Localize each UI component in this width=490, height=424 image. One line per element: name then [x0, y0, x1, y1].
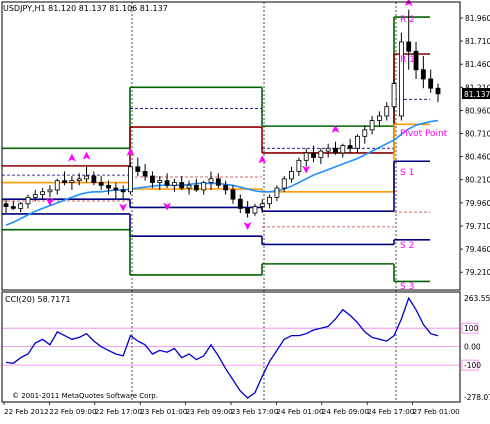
- candle-body: [428, 78, 434, 89]
- time-axis-label: 23 Feb 01:00: [140, 407, 188, 416]
- candle-body: [128, 166, 133, 193]
- candle-body: [32, 194, 38, 198]
- time-axis-label: 27 Feb 01:00: [413, 407, 461, 416]
- time-axis-label: 23 Feb 09:00: [186, 407, 234, 416]
- candle-body: [318, 150, 324, 158]
- candle-body: [120, 189, 126, 193]
- time-axis-label: 22 Feb 2012: [4, 407, 49, 416]
- candle-body: [3, 203, 9, 207]
- candle-body: [62, 180, 67, 183]
- pivot-label-s2: S 2: [400, 241, 414, 251]
- candle-body: [391, 83, 397, 108]
- candle-body: [18, 203, 24, 209]
- price-axis-label: 80.210: [465, 176, 490, 185]
- pivot-label-r1: R 1: [400, 55, 415, 65]
- price-axis-label: 79.210: [465, 268, 490, 277]
- candle-body: [208, 178, 214, 183]
- candle-body: [179, 182, 185, 189]
- candle[interactable]: [391, 78, 397, 112]
- candle[interactable]: [398, 32, 404, 121]
- cci-axis-label: 100: [464, 324, 479, 333]
- price-axis-label: 80.710: [465, 130, 490, 139]
- candle-body: [333, 147, 338, 154]
- candle-body: [245, 208, 251, 214]
- cci-title: CCI(20) 58.7171: [5, 295, 71, 304]
- candle-body: [157, 180, 163, 183]
- candle[interactable]: [128, 162, 133, 195]
- candle-body: [398, 41, 404, 117]
- candle-body: [355, 135, 360, 149]
- candle-body: [150, 175, 155, 183]
- pivot-label-s1: S 1: [400, 168, 414, 178]
- candle-body: [76, 178, 82, 182]
- current-price-label: 81.137: [464, 90, 490, 99]
- candle-body: [259, 203, 265, 207]
- price-axis-label: 79.710: [465, 222, 490, 231]
- candle-body: [69, 180, 75, 183]
- candle-body: [40, 191, 46, 195]
- candle-body: [186, 184, 192, 189]
- candle-body: [252, 206, 258, 214]
- cci-axis-label: 0.00: [464, 343, 481, 352]
- candle-body: [84, 175, 89, 180]
- cci-axis-label: -100: [464, 361, 481, 370]
- candle-body: [296, 159, 302, 172]
- candle-body: [420, 69, 426, 80]
- candle-body: [303, 152, 309, 161]
- time-axis-label: 24 Feb 09:00: [322, 407, 370, 416]
- candle-body: [274, 187, 280, 198]
- candle-body: [362, 129, 368, 137]
- candle-body: [25, 196, 31, 205]
- candle-body: [135, 166, 141, 172]
- price-axis-label: 81.710: [465, 37, 490, 46]
- price-axis-label: 81.460: [465, 60, 490, 69]
- candle-body: [91, 175, 97, 183]
- price-axis-label: 80.460: [465, 153, 490, 162]
- time-axis-label: 24 Feb 01:00: [276, 407, 324, 416]
- candle-body: [113, 187, 119, 191]
- candle-body: [201, 182, 207, 191]
- candle-body: [267, 196, 273, 205]
- candle-body: [106, 184, 111, 189]
- candle-body: [142, 171, 148, 177]
- candle-body: [54, 180, 60, 191]
- chart-window[interactable]: USDJPY,H1 81.120 81.137 81.106 81.137 CC…: [0, 0, 490, 420]
- time-axis-label: 24 Feb 17:00: [367, 407, 415, 416]
- candle-body: [406, 41, 412, 52]
- candle-body: [325, 147, 331, 152]
- candle-body: [384, 106, 390, 117]
- time-axis-label: 23 Feb 17:00: [231, 407, 279, 416]
- time-axis-label: 22 Feb 09:00: [49, 407, 97, 416]
- candle-body: [164, 180, 170, 186]
- price-axis-label: 81.960: [465, 14, 490, 23]
- copyright-text: © 2001-2011 MetaQuotes Software Corp.: [12, 392, 158, 400]
- cci-axis-label: -278.073: [464, 393, 490, 402]
- candle-body: [311, 152, 316, 158]
- candle-body: [237, 198, 243, 209]
- price-axis-label: 79.960: [465, 199, 490, 208]
- candle-body: [223, 184, 229, 191]
- chart-header: USDJPY,H1 81.120 81.137 81.106 81.137: [3, 4, 168, 13]
- candle-body: [369, 120, 375, 131]
- cci-axis-label: 263.5563: [464, 294, 490, 303]
- pivot-label-s3: S 3: [400, 282, 414, 292]
- candle-body: [47, 189, 53, 193]
- candle-body: [281, 178, 287, 189]
- candle-body: [289, 171, 294, 180]
- time-axis-label: 22 Feb 17:00: [95, 407, 143, 416]
- price-axis-label: 79.460: [465, 245, 490, 254]
- pivot-label-pp: Pivot Point: [400, 129, 448, 139]
- candle-body: [435, 87, 441, 95]
- candle-body: [347, 145, 353, 149]
- candle-body: [377, 115, 382, 121]
- candle-body: [98, 182, 104, 186]
- candle-body: [230, 189, 236, 200]
- candle-body: [215, 178, 221, 186]
- candle-body: [171, 182, 177, 186]
- candle-body: [340, 145, 346, 154]
- price-axis-label: 80.960: [465, 106, 490, 115]
- candle-body: [193, 184, 199, 191]
- pivot-label-r2: R 2: [400, 15, 415, 25]
- candle-body: [10, 206, 16, 209]
